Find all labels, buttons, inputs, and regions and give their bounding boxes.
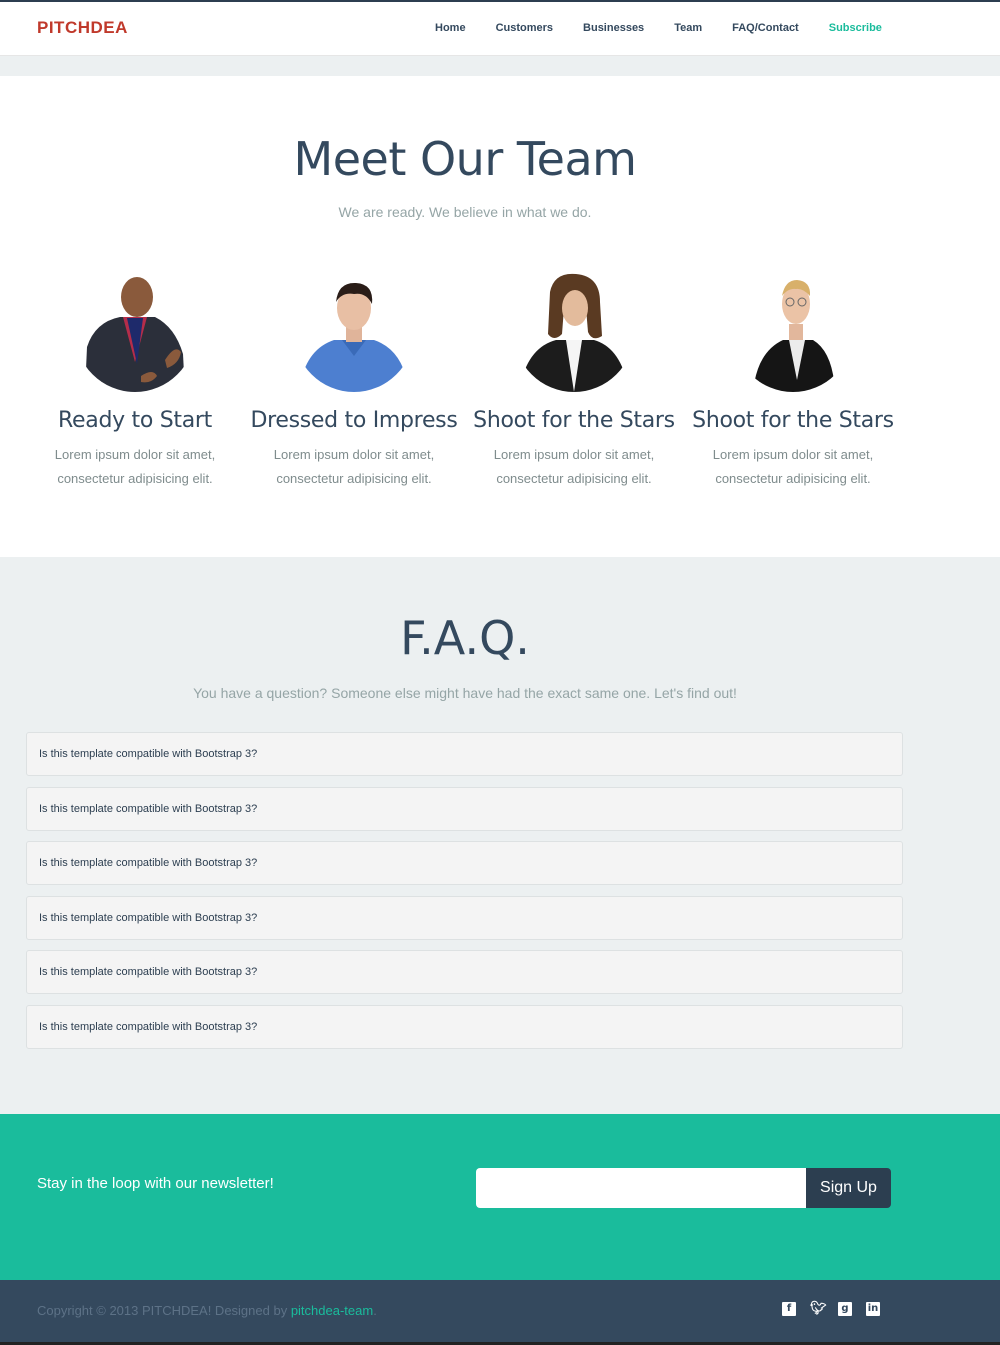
member-name: Ready to Start (58, 408, 212, 433)
faq-subtitle: You have a question? Someone else might … (193, 685, 737, 701)
member-photo (75, 272, 195, 392)
nav-team[interactable]: Team (674, 22, 702, 34)
facebook-icon[interactable]: f (782, 1302, 796, 1316)
team-subtitle: We are ready. We believe in what we do. (338, 204, 592, 220)
sign-up-button[interactable]: Sign Up (806, 1168, 891, 1208)
faq-question[interactable]: Is this template compatible with Bootstr… (26, 950, 903, 994)
navbar: PITCHDEA Home Customers Businesses Team … (0, 0, 1000, 56)
faq-section: F.A.Q. You have a question? Someone else… (0, 557, 1000, 1114)
newsletter-email-input[interactable] (476, 1168, 807, 1208)
main-nav: Home Customers Businesses Team FAQ/Conta… (420, 22, 897, 34)
nav-businesses[interactable]: Businesses (583, 22, 644, 34)
member-description: Lorem ipsum dolor sit amet, consectetur a… (273, 447, 435, 486)
linkedin-icon[interactable]: in (866, 1302, 880, 1316)
newsletter-text: Stay in the loop with our newsletter! (37, 1175, 274, 1192)
member-name: Shoot for the Stars (473, 408, 675, 433)
team-member: Shoot for the Stars Lorem ipsum dolor si… (464, 272, 684, 491)
nav-customers[interactable]: Customers (496, 22, 553, 34)
designer-link[interactable]: pitchdea-team (291, 1303, 373, 1318)
nav-subscribe[interactable]: Subscribe (829, 22, 882, 34)
member-description: Lorem ipsum dolor sit amet, consectetur a… (54, 447, 216, 486)
team-member: Ready to Start Lorem ipsum dolor sit ame… (25, 272, 245, 491)
team-section: Meet Our Team We are ready. We believe i… (0, 76, 1000, 557)
nav-home[interactable]: Home (435, 22, 466, 34)
member-description: Lorem ipsum dolor sit amet, consectetur a… (493, 447, 655, 486)
member-photo (294, 272, 414, 392)
brand-logo[interactable]: PITCHDEA (37, 18, 128, 38)
faq-question[interactable]: Is this template compatible with Bootstr… (26, 1004, 903, 1049)
nav-faq-contact[interactable]: FAQ/Contact (732, 22, 799, 34)
newsletter-section: Stay in the loop with our newsletter! Si… (0, 1114, 1000, 1280)
faq-question[interactable]: Is this template compatible with Bootstr… (26, 732, 903, 776)
copyright-text: Copyright © 2013 PITCHDEA! Designed by p… (37, 1303, 377, 1318)
team-title: Meet Our Team (293, 132, 637, 186)
social-links: f 🐦︎ g in (782, 1302, 894, 1316)
divider-strip (0, 56, 1000, 76)
member-photo (733, 272, 853, 392)
member-description: Lorem ipsum dolor sit amet, consectetur a… (712, 447, 874, 486)
team-member: Shoot for the Stars Lorem ipsum dolor si… (683, 272, 903, 491)
faq-list: Is this template compatible with Bootstr… (26, 732, 903, 1059)
faq-question[interactable]: Is this template compatible with Bootstr… (26, 895, 903, 940)
member-name: Shoot for the Stars (692, 408, 894, 433)
member-photo (514, 272, 634, 392)
footer: Copyright © 2013 PITCHDEA! Designed by p… (0, 1280, 1000, 1345)
faq-question[interactable]: Is this template compatible with Bootstr… (26, 841, 903, 885)
faq-question[interactable]: Is this template compatible with Bootstr… (26, 786, 903, 831)
google-plus-icon[interactable]: g (838, 1302, 852, 1316)
team-member: Dressed to Impress Lorem ipsum dolor sit… (244, 272, 464, 491)
twitter-icon[interactable]: 🐦︎ (810, 1302, 827, 1316)
faq-title: F.A.Q. (400, 611, 530, 665)
member-name: Dressed to Impress (250, 408, 458, 433)
